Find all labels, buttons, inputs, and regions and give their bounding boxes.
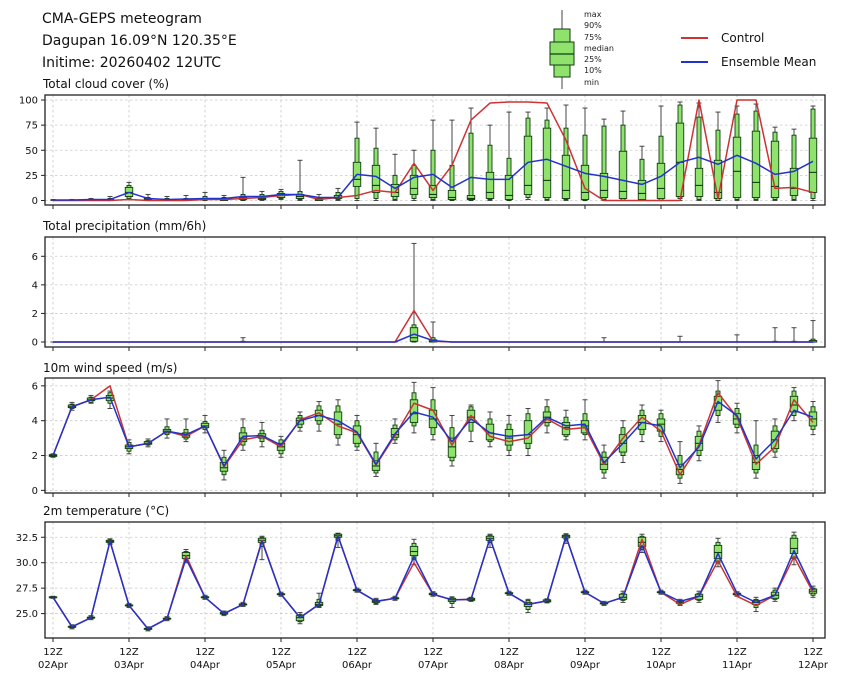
svg-text:07Apr: 07Apr — [418, 660, 449, 671]
legend-label-p10: 10% — [584, 65, 614, 76]
svg-text:12Z: 12Z — [575, 647, 595, 658]
legend-label-p25: 25% — [584, 54, 614, 65]
panel-title-cloud-cover: Total cloud cover (%) — [43, 77, 169, 91]
svg-text:100: 100 — [19, 96, 38, 107]
svg-text:03Apr: 03Apr — [114, 660, 145, 671]
svg-text:10Apr: 10Apr — [646, 660, 677, 671]
svg-text:02Apr: 02Apr — [38, 660, 69, 671]
svg-text:11Apr: 11Apr — [722, 660, 753, 671]
control-line-swatch — [681, 37, 708, 39]
svg-text:12Z: 12Z — [651, 647, 671, 658]
svg-text:12Apr: 12Apr — [798, 660, 829, 671]
legend-label-max: max — [584, 9, 614, 20]
svg-text:2: 2 — [32, 309, 38, 320]
svg-text:12Z: 12Z — [271, 647, 291, 658]
svg-text:50: 50 — [25, 146, 38, 157]
svg-text:12Z: 12Z — [803, 647, 823, 658]
svg-text:6: 6 — [32, 252, 38, 263]
legend-label-median: median — [584, 43, 614, 54]
legend-label-p75: 75% — [584, 32, 614, 43]
boxplot-legend-glyph — [546, 7, 578, 91]
svg-text:12Z: 12Z — [727, 647, 747, 658]
svg-text:0: 0 — [32, 196, 38, 207]
charts-canvas: 0 25 50 75 100 0 2 4 6 0 2 4 6 25.0 27.5 30.0 32.5 12Z 02A… — [0, 0, 844, 680]
legend-entry-ensemble-mean: Ensemble Mean — [681, 55, 816, 69]
svg-text:25.0: 25.0 — [16, 609, 38, 620]
svg-text:09Apr: 09Apr — [570, 660, 601, 671]
svg-text:08Apr: 08Apr — [494, 660, 525, 671]
svg-text:12Z: 12Z — [423, 647, 443, 658]
svg-text:4: 4 — [32, 416, 38, 427]
panel-title-wind-speed: 10m wind speed (m/s) — [43, 361, 177, 375]
legend-label-min: min — [584, 77, 614, 88]
station-info: Dagupan 16.09°N 120.35°E — [42, 30, 237, 52]
svg-text:4: 4 — [32, 280, 38, 291]
svg-text:12Z: 12Z — [499, 647, 519, 658]
svg-text:0: 0 — [32, 338, 38, 349]
init-time: Initime: 20260402 12UTC — [42, 52, 237, 74]
ensemble-mean-label: Ensemble Mean — [721, 55, 816, 69]
boxplot-legend-labels: max 90% 75% median 25% 10% min — [584, 9, 614, 88]
svg-text:30.0: 30.0 — [16, 558, 38, 569]
svg-text:32.5: 32.5 — [16, 533, 38, 544]
svg-text:27.5: 27.5 — [16, 584, 38, 595]
svg-text:12Z: 12Z — [43, 647, 63, 658]
svg-text:12Z: 12Z — [195, 647, 215, 658]
legend-entry-control: Control — [681, 31, 764, 45]
panel-title-precipitation: Total precipitation (mm/6h) — [43, 219, 206, 233]
svg-text:12Z: 12Z — [347, 647, 367, 658]
svg-text:0: 0 — [32, 486, 38, 497]
svg-text:06Apr: 06Apr — [342, 660, 373, 671]
svg-text:25: 25 — [25, 171, 38, 182]
svg-text:75: 75 — [25, 121, 38, 132]
svg-text:05Apr: 05Apr — [266, 660, 297, 671]
panel-title-temperature: 2m temperature (°C) — [43, 504, 169, 518]
svg-text:12Z: 12Z — [119, 647, 139, 658]
figure-header: CMA-GEPS meteogram Dagupan 16.09°N 120.3… — [42, 8, 237, 74]
svg-text:6: 6 — [32, 381, 38, 392]
meteogram-figure: 0 25 50 75 100 0 2 4 6 0 2 4 6 25.0 27.5 30.0 32.5 12Z 02A… — [0, 0, 844, 680]
figure-title: CMA-GEPS meteogram — [42, 8, 237, 30]
svg-text:2: 2 — [32, 451, 38, 462]
control-label: Control — [721, 31, 764, 45]
legend-label-p90: 90% — [584, 20, 614, 31]
ensemble-mean-line-swatch — [681, 61, 708, 63]
svg-text:04Apr: 04Apr — [190, 660, 221, 671]
